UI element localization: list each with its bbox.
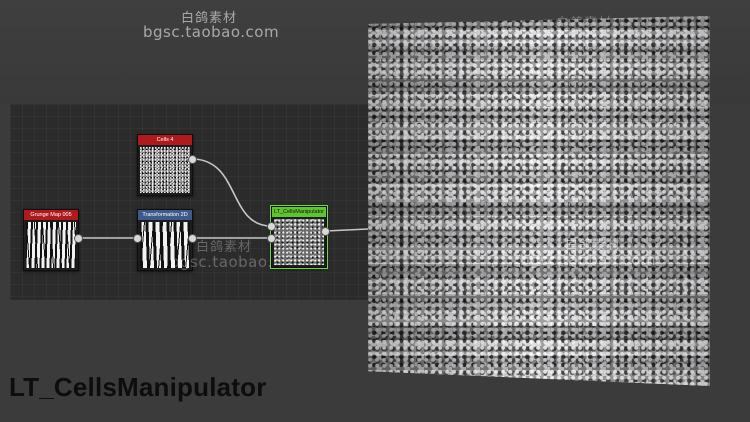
wire-manipulator-output (325, 228, 369, 232)
node-cells-4[interactable]: Cells 4 (137, 134, 193, 196)
material-preview-shading (368, 16, 710, 386)
node-lt-cellsmanipulator-title: LT_CellsManipulator (272, 207, 326, 217)
node-cells-4-thumbnail (140, 147, 190, 193)
node-lt-cellsmanipulator-output-port[interactable] (321, 227, 330, 236)
page-title: LT_CellsManipulator (9, 372, 267, 402)
watermark-panel-url: bgsc.taobao.com (520, 251, 657, 269)
node-grunge-map-005-thumbnail (26, 222, 76, 268)
node-transformation-2d-title: Transformation 2D (138, 210, 192, 220)
node-transformation-2d-input-port[interactable] (133, 234, 142, 243)
node-grunge-map-005-title: Grunge Map 005 (24, 210, 78, 220)
node-lt-cellsmanipulator-input-port-2[interactable] (267, 234, 276, 243)
node-cells-4-output-port[interactable] (188, 155, 197, 164)
node-lt-cellsmanipulator[interactable]: LT_CellsManipulator (270, 205, 328, 269)
node-lt-cellsmanipulator-thumbnail (274, 219, 324, 265)
wire-cells-to-manipulator (191, 158, 272, 227)
node-grunge-map-005[interactable]: Grunge Map 005 (23, 209, 79, 271)
node-lt-cellsmanipulator-input-port-1[interactable] (267, 222, 276, 231)
material-preview-panel (368, 16, 710, 386)
node-cells-4-title: Cells 4 (138, 135, 192, 145)
node-grunge-map-005-output-port[interactable] (74, 234, 83, 243)
